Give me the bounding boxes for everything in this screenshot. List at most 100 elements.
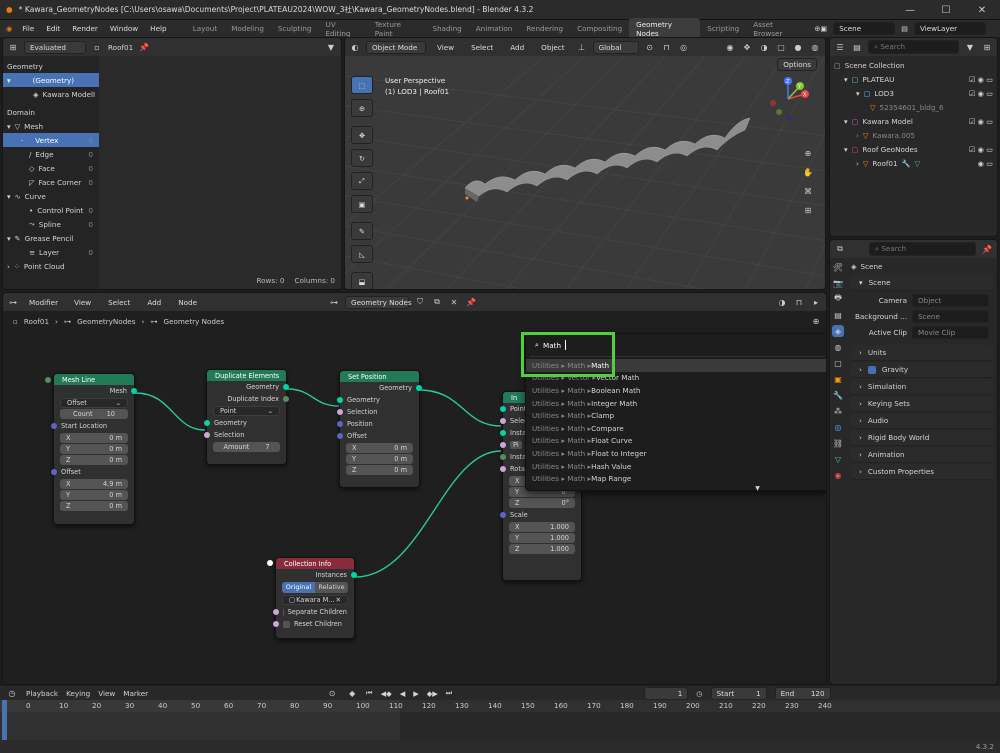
search-result[interactable]: Utilities ▸ Math ▸ Compare [526,422,826,435]
domain-control-point[interactable]: • Control Point 0 [3,203,99,217]
record-icon[interactable]: ⊙ [326,687,338,699]
relative-toggle[interactable]: Relative [315,582,348,593]
visibility-icons[interactable]: ◉ ▭ [978,159,993,168]
start-z-field[interactable]: Z0 m [60,455,128,465]
shading-material-icon[interactable]: ◍ [809,41,821,53]
panel-keying-sets[interactable]: › Keying Sets [851,396,993,412]
input-socket[interactable] [51,423,57,429]
visibility-icons[interactable]: ☑ ◉ ▭ [969,145,993,154]
input-socket[interactable] [500,442,506,448]
grid-view-icon[interactable]: ⊞ [801,203,815,217]
output-socket[interactable] [131,388,137,394]
outliner-kawara-model[interactable]: ▾ ▢ Kawara Model ☑ ◉ ▭ [830,114,997,128]
filter-icon[interactable]: ▼ [325,41,337,53]
search-result[interactable]: Utilities ▸ Math ▸ Float Curve [526,435,826,448]
start-y-field[interactable]: Y0 m [60,444,128,454]
domain-dropdown[interactable]: Point ⌄ [213,406,280,416]
outliner-search-input[interactable]: ⌕ Search [868,40,959,54]
playback-menu[interactable]: Playback [26,689,58,698]
clear-icon[interactable]: ✕ [335,596,341,604]
domain-face[interactable]: ◇ Face 0 [3,161,99,175]
domain-mesh[interactable]: ▾ ▽ Mesh [3,119,99,133]
scene-selector[interactable]: Scene [833,22,896,35]
roof-tile-mesh[interactable] [445,98,765,218]
view-layer-selector[interactable]: ViewLayer [914,22,986,35]
outliner-bldg[interactable]: ▽ 52354601_bldg_6 [830,100,997,114]
outliner-roof01[interactable]: › ▽ Roof01 🔧 ▽ ◉ ▭ [830,156,997,170]
move-tool-icon[interactable]: ✥ [351,126,373,144]
view-layer-tab-icon[interactable]: ▤ [832,309,844,321]
snap-icon[interactable]: ⊓ [661,41,673,53]
pivot-icon[interactable]: ⊙ [644,41,656,53]
jump-start-icon[interactable]: ⏮ [366,688,372,698]
input-socket[interactable] [267,560,273,566]
shading-solid-icon[interactable]: ● [792,41,804,53]
playhead[interactable] [2,700,7,740]
visibility-icons[interactable]: ☑ ◉ ▭ [969,75,993,84]
input-socket[interactable] [337,421,343,427]
menu-render[interactable]: Render [66,24,104,33]
more-results-icon[interactable]: ▼ [526,485,826,495]
transform-tool-icon[interactable]: ▣ [351,195,373,213]
scene-tab-icon[interactable]: ◈ [832,325,844,337]
prev-keyframe-icon[interactable]: ◀◆ [381,689,392,698]
modifier-tab-icon[interactable]: 🔧 [832,389,844,401]
mode-dropdown[interactable]: Offset ⌄ [60,398,128,408]
output-tab-icon[interactable]: 🖶 [832,293,844,305]
input-socket[interactable] [500,512,506,518]
tab-compositing[interactable]: Compositing [570,22,629,35]
menu-help[interactable]: Help [144,24,172,33]
camera-field[interactable]: Object [912,293,989,307]
domain-curve[interactable]: ▾ ∿ Curve [3,189,99,203]
tab-shading[interactable]: Shading [426,22,469,35]
timeline-editor-icon[interactable]: ◷ [6,687,18,699]
offset-z-field[interactable]: Z0 m [60,501,128,511]
offset-z-field[interactable]: Z0 m [346,465,413,475]
tab-layout[interactable]: Layout [186,22,224,35]
material-tab-icon[interactable]: ◉ [832,469,844,481]
input-socket[interactable] [500,454,506,460]
search-result[interactable]: Utilities ▸ Math ▸ Clamp [526,409,826,422]
domain-layer[interactable]: ≡ Layer 0 [3,245,99,259]
proportional-edit-icon[interactable]: ◎ [678,41,690,53]
tab-animation[interactable]: Animation [469,22,520,35]
spreadsheet-editor-icon[interactable]: ⊞ [7,41,19,53]
frame-ruler[interactable]: 0 10 20 30 40 50 60 70 80 90 100 110 120 130 140 150 160… [0,700,1000,740]
visibility-icons[interactable]: ☑ ◉ ▭ [969,117,993,126]
count-field[interactable]: Count 10 [45,377,128,419]
data-tab-icon[interactable]: ▽ [832,453,844,465]
next-keyframe-icon[interactable]: ◆▶ [427,689,438,698]
constraints-tab-icon[interactable]: ⛓ [832,437,844,449]
offset-y-field[interactable]: Y0 m [60,490,128,500]
add-cube-tool-icon[interactable]: ⬓ [351,272,373,289]
outliner-plateau[interactable]: ▾ ▢ PLATEAU ☑ ◉ ▭ [830,72,997,86]
orientation-dropdown[interactable]: Global [592,40,639,54]
node-mesh-line[interactable]: Mesh Line Mesh Offset ⌄ Count 10 Start Loc… [45,373,137,525]
outliner-kawara-005[interactable]: › ▽ Kawara.005 [830,128,997,142]
rotation-z-field[interactable]: Z 0° [509,498,575,508]
search-result[interactable]: Utilities ▸ Math ▸ Map Range [526,472,826,485]
viewport-menu-select[interactable]: Select [465,43,499,52]
node-collection-info[interactable]: Collection Info Instances Original Relat… [267,557,357,639]
pin-icon[interactable]: 📌 [981,243,993,255]
viewport-menu-object[interactable]: Object [535,43,570,52]
particles-tab-icon[interactable]: ⁂ [832,405,844,417]
play-icon[interactable]: ▶ [413,689,419,698]
pin-icon[interactable]: 📌 [138,41,150,53]
play-reverse-icon[interactable]: ◀ [400,689,406,698]
panel-audio[interactable]: › Audio [851,413,993,429]
search-result[interactable]: Utilities ▸ Math ▸ Hash Value [526,460,826,473]
input-socket[interactable] [337,409,343,415]
input-socket[interactable] [337,397,343,403]
node-set-position[interactable]: Set Position Geometry Geometry Selection… [337,370,422,488]
maximize-button[interactable]: ☐ [928,0,964,20]
viewport-menu-view[interactable]: View [431,43,460,52]
zoom-icon[interactable]: ⊕ [801,146,815,160]
panel-simulation[interactable]: › Simulation [851,379,993,395]
evaluation-mode-dropdown[interactable]: Evaluated [24,40,86,54]
domain-point-cloud[interactable]: › ⁘ Point Cloud [3,259,99,273]
input-socket[interactable] [500,418,506,424]
domain-grease-pencil[interactable]: ▾ ✎ Grease Pencil [3,231,99,245]
outliner-lod3[interactable]: ▾ ▢ LOD3 ☑ ◉ ▭ [830,86,997,100]
menu-edit[interactable]: Edit [40,24,66,33]
